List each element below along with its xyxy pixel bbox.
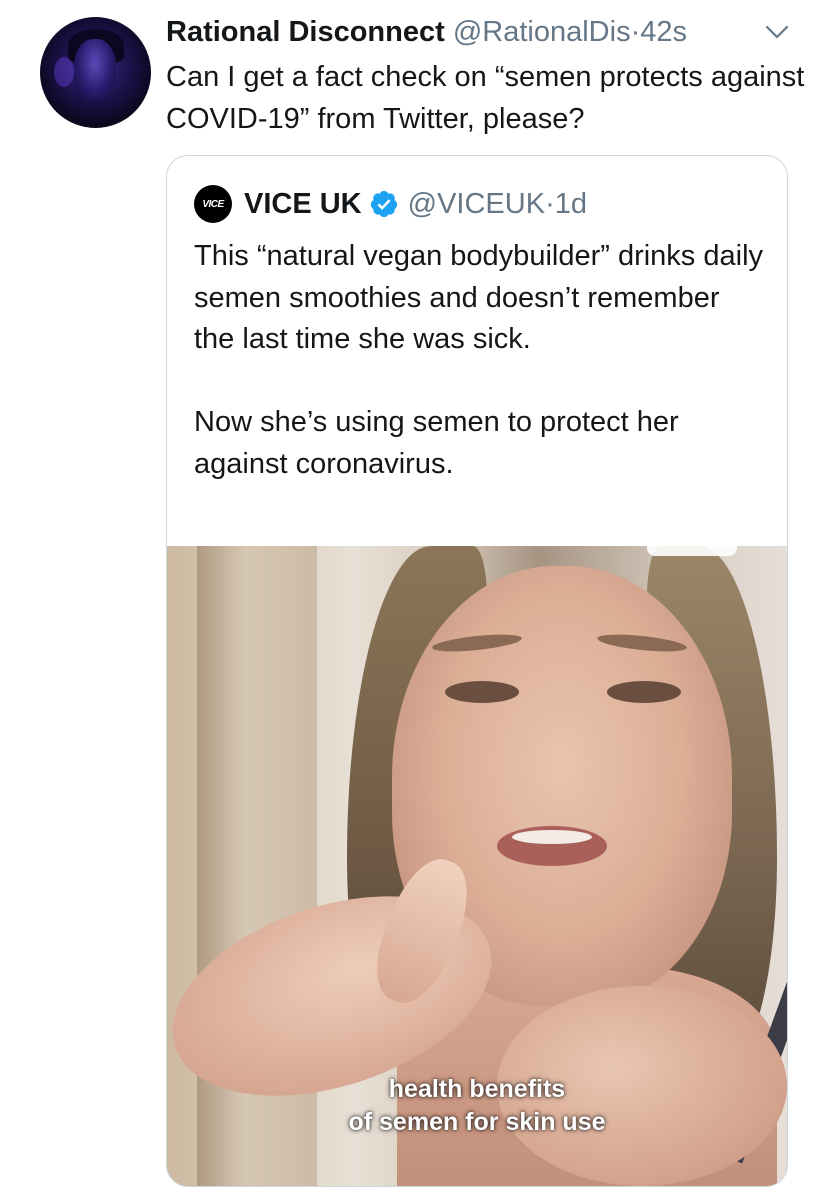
- vice-watermark: [647, 546, 737, 556]
- quoted-handle: @VICEUK: [407, 187, 546, 220]
- video-thumbnail[interactable]: health benefits of semen for skin use: [167, 546, 787, 1186]
- tweet[interactable]: Rational Disconnect @RationalDis·42s Can…: [0, 0, 827, 1187]
- quoted-display-name: VICE UK: [244, 187, 362, 220]
- quoted-tweet-header: VICE VICE UK @VICEUK · 1d: [194, 184, 587, 224]
- display-name[interactable]: Rational Disconnect: [166, 16, 445, 48]
- media-eye: [607, 681, 681, 703]
- media-eye: [445, 681, 519, 703]
- tweet-text: Can I get a fact check on “semen protect…: [166, 61, 805, 135]
- chevron-down-icon[interactable]: [764, 22, 790, 42]
- quoted-timestamp: 1d: [554, 187, 587, 220]
- video-caption: health benefits of semen for skin use: [167, 1073, 787, 1139]
- quoted-tweet[interactable]: VICE VICE UK @VICEUK · 1d This “natural ve…: [166, 155, 788, 1187]
- quoted-avatar: VICE: [194, 185, 232, 223]
- quoted-tweet-text: This “natural vegan bodybuilder” drinks …: [194, 236, 764, 485]
- media-teeth: [512, 830, 592, 844]
- quoted-separator-dot: ·: [545, 187, 555, 220]
- timestamp[interactable]: 42s: [640, 16, 687, 48]
- quoted-paragraph: Now she’s using semen to protect her aga…: [194, 406, 679, 480]
- user-handle[interactable]: @RationalDis: [453, 16, 631, 48]
- user-avatar[interactable]: [40, 17, 151, 128]
- avatar-glow: [54, 57, 74, 87]
- verified-badge-icon: [370, 190, 397, 218]
- caption-line: of semen for skin use: [348, 1108, 606, 1136]
- quoted-paragraph: This “natural vegan bodybuilder” drinks …: [194, 240, 764, 355]
- tweet-header: Rational Disconnect @RationalDis·42s: [166, 14, 687, 50]
- caption-line: health benefits: [388, 1075, 566, 1103]
- avatar-face: [74, 39, 116, 99]
- separator-dot: ·: [630, 16, 641, 48]
